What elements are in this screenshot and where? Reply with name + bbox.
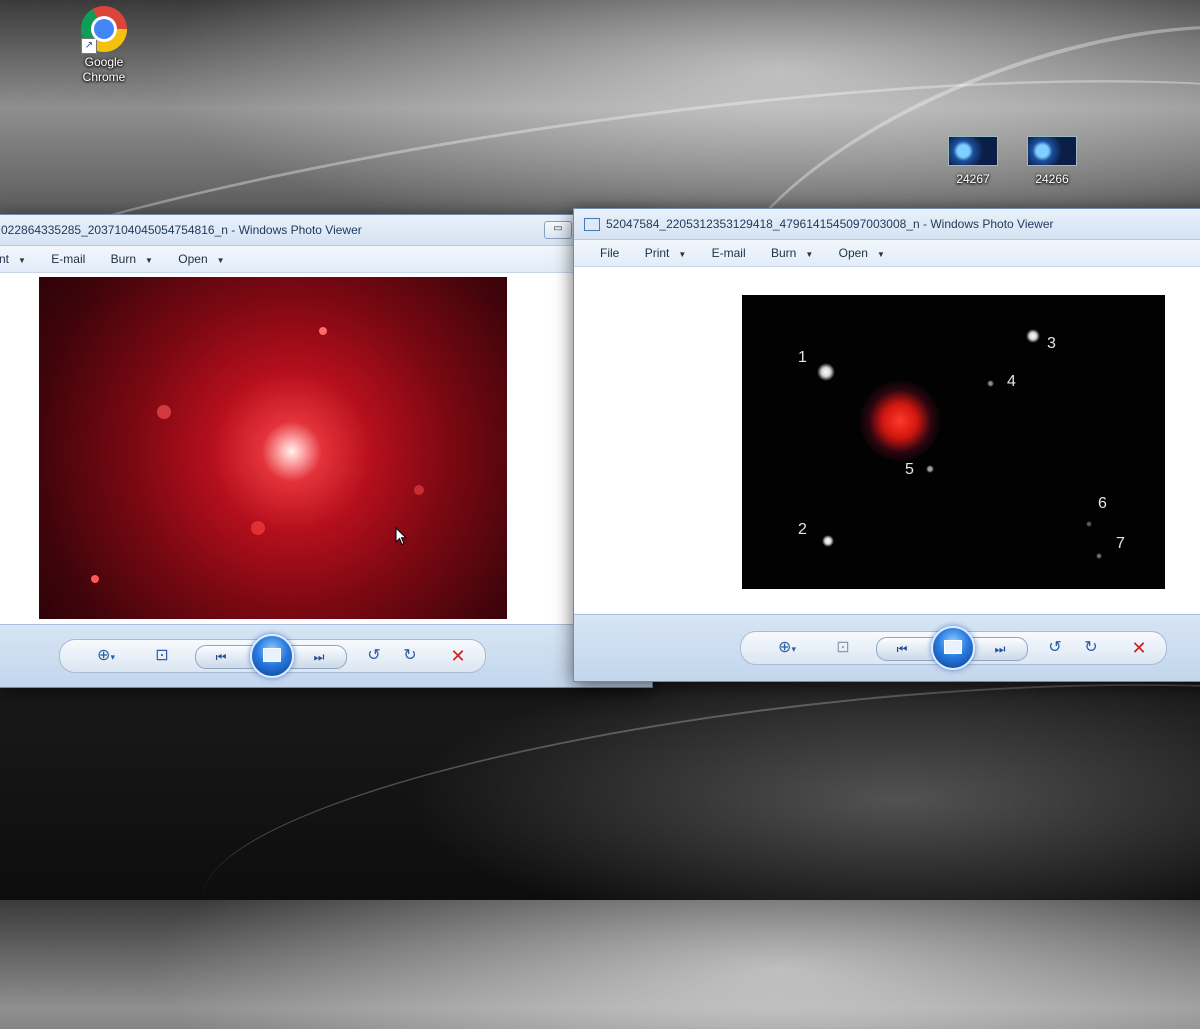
image-thumbnail-icon bbox=[948, 136, 998, 166]
menu-print[interactable]: nt ▼ bbox=[0, 246, 26, 272]
image-canvas: 1 2 3 4 5 6 7 bbox=[574, 267, 1200, 613]
star-label: 3 bbox=[1047, 335, 1056, 352]
star-blob bbox=[157, 405, 171, 419]
desktop-icon-label: Chrome bbox=[82, 70, 126, 84]
star-blob bbox=[91, 575, 99, 583]
menu-file[interactable]: File bbox=[600, 240, 619, 266]
star-label: 5 bbox=[905, 461, 914, 478]
menu-burn[interactable]: Burn ▼ bbox=[771, 240, 814, 266]
star-6 bbox=[1086, 521, 1092, 527]
actual-size-icon[interactable]: ⊡ bbox=[829, 632, 857, 664]
desktop-icon-24266[interactable]: 24266 bbox=[1023, 136, 1081, 187]
chevron-down-icon: ▼ bbox=[678, 250, 687, 259]
minimize-button[interactable]: ▭ bbox=[544, 221, 572, 239]
window-titlebar[interactable]: 52047584_2205312353129418_47961415450970… bbox=[574, 209, 1200, 240]
toolbar-pill: ⊕▾ ⊡ ⏮ ⏭ ↺ ↻ ✕ bbox=[740, 626, 1167, 670]
window-title: 022864335285_2037104045054754816_n - Win… bbox=[1, 223, 362, 237]
star-3 bbox=[1026, 329, 1040, 343]
galaxy-photo bbox=[39, 277, 507, 619]
window-titlebar[interactable]: 022864335285_2037104045054754816_n - Win… bbox=[0, 215, 652, 246]
desktop-icon-label: Google bbox=[84, 55, 124, 69]
slideshow-screen bbox=[263, 648, 281, 662]
slideshow-icon[interactable] bbox=[250, 634, 294, 678]
star-5 bbox=[926, 465, 934, 473]
rotate-counterclockwise-icon[interactable]: ↺ bbox=[362, 640, 386, 672]
star-1 bbox=[817, 363, 835, 381]
previous-icon[interactable]: ⏮ bbox=[887, 638, 917, 660]
photo-viewer-window-right[interactable]: 52047584_2205312353129418_47961415450970… bbox=[573, 208, 1200, 682]
rotate-clockwise-icon[interactable]: ↻ bbox=[398, 640, 422, 672]
zoom-icon[interactable]: ⊕▾ bbox=[86, 640, 126, 672]
mouse-cursor-icon bbox=[395, 527, 408, 546]
star-label: 6 bbox=[1098, 495, 1107, 512]
next-icon[interactable]: ⏭ bbox=[985, 638, 1015, 660]
star-blob bbox=[414, 485, 424, 495]
toolbar-pill: ⊕▾ ⊡ ⏮ ⏭ ↺ ↻ ✕ bbox=[59, 634, 486, 678]
star-blob bbox=[251, 521, 265, 535]
menu-bar: nt ▼ E-mail Burn ▼ Open ▼ bbox=[0, 246, 652, 273]
menu-bar: File Print ▼ E-mail Burn ▼ Open ▼ bbox=[574, 240, 1200, 267]
star-label: 7 bbox=[1116, 535, 1125, 552]
desktop-icon-google-chrome[interactable]: ↗ Google Chrome bbox=[72, 6, 136, 85]
star-label: 4 bbox=[1007, 373, 1016, 390]
next-icon[interactable]: ⏭ bbox=[304, 646, 334, 668]
star-blob bbox=[319, 327, 327, 335]
chevron-down-icon: ▼ bbox=[805, 250, 814, 259]
star-label: 1 bbox=[798, 349, 807, 366]
chevron-down-icon: ▼ bbox=[876, 250, 885, 259]
chevron-down-icon: ▼ bbox=[216, 256, 225, 265]
image-thumbnail-icon bbox=[1027, 136, 1077, 166]
rotate-counterclockwise-icon[interactable]: ↺ bbox=[1043, 632, 1067, 664]
chevron-down-icon: ▼ bbox=[18, 256, 26, 265]
delete-icon[interactable]: ✕ bbox=[1125, 632, 1153, 664]
chevron-down-icon: ▼ bbox=[145, 256, 153, 265]
star-7 bbox=[1096, 553, 1102, 559]
menu-print[interactable]: Print ▼ bbox=[645, 240, 687, 266]
star-2 bbox=[822, 535, 834, 547]
menu-open[interactable]: Open ▼ bbox=[178, 246, 225, 272]
photo-viewer-app-icon bbox=[584, 218, 600, 232]
menu-burn[interactable]: Burn ▼ bbox=[111, 246, 153, 272]
desktop-icon-24267[interactable]: 24267 bbox=[944, 136, 1002, 187]
zoom-icon[interactable]: ⊕▾ bbox=[767, 632, 807, 664]
viewer-toolbar: ⊕▾ ⊡ ⏮ ⏭ ↺ ↻ ✕ bbox=[574, 614, 1200, 681]
rotate-clockwise-icon[interactable]: ↻ bbox=[1079, 632, 1103, 664]
star-4 bbox=[987, 380, 994, 387]
wallpaper-swoosh bbox=[189, 632, 1200, 1029]
window-title: 52047584_2205312353129418_47961415450970… bbox=[606, 217, 1054, 231]
viewer-toolbar: ⊕▾ ⊡ ⏮ ⏭ ↺ ↻ ✕ bbox=[0, 624, 652, 687]
menu-open[interactable]: Open ▼ bbox=[839, 240, 885, 266]
image-canvas bbox=[0, 273, 652, 625]
delete-icon[interactable]: ✕ bbox=[444, 640, 472, 672]
actual-size-icon[interactable]: ⊡ bbox=[148, 640, 176, 672]
star-label: 2 bbox=[798, 521, 807, 538]
desktop-icon-label: 24267 bbox=[956, 172, 990, 186]
menu-email[interactable]: E-mail bbox=[712, 240, 746, 266]
chrome-icon: ↗ bbox=[81, 6, 127, 54]
shortcut-arrow-icon: ↗ bbox=[81, 38, 97, 54]
desktop-icon-label: 24266 bbox=[1035, 172, 1069, 186]
slideshow-icon[interactable] bbox=[931, 626, 975, 670]
photo-viewer-window-left[interactable]: 022864335285_2037104045054754816_n - Win… bbox=[0, 214, 653, 688]
red-source-blob bbox=[860, 381, 940, 461]
previous-icon[interactable]: ⏮ bbox=[206, 646, 236, 668]
menu-email[interactable]: E-mail bbox=[51, 246, 85, 272]
star-field-photo: 1 2 3 4 5 6 7 bbox=[742, 295, 1165, 589]
slideshow-screen bbox=[944, 640, 962, 654]
